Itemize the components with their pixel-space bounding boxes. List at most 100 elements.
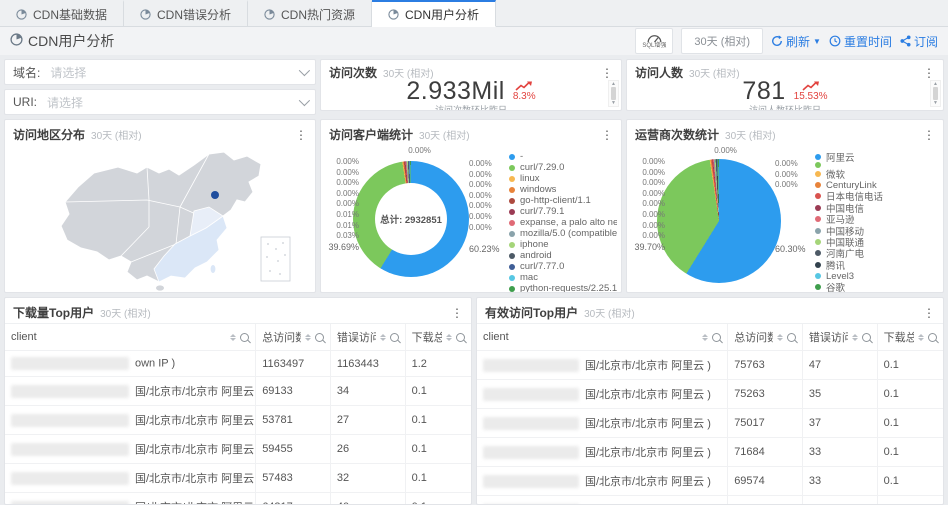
legend-item[interactable]: curl/7.29.0 xyxy=(509,162,617,173)
legend-item[interactable]: go-http-client/1.1 xyxy=(509,195,617,206)
visit-count-delta: 8.3% xyxy=(513,81,536,102)
search-icon[interactable] xyxy=(315,333,324,342)
sort-icon[interactable] xyxy=(852,334,858,341)
legend-item[interactable]: python-requests/2.25.1 xyxy=(509,283,617,293)
scrollbar[interactable]: ▲▼ xyxy=(930,80,941,107)
legend-item[interactable]: expanse, a palo alto netw xyxy=(509,217,617,228)
panel-title: 有效访问Top用户 xyxy=(485,304,578,321)
redacted-ip xyxy=(483,446,579,459)
legend-item[interactable]: windows xyxy=(509,184,617,195)
reset-time-button[interactable]: 重置时间 xyxy=(829,33,892,50)
total-visits-cell: 71684 xyxy=(728,438,803,467)
search-icon[interactable] xyxy=(787,333,796,342)
kebab-menu-icon[interactable]: ⋮ xyxy=(601,67,613,79)
chevron-down-icon[interactable]: ▼ xyxy=(813,37,821,46)
client-cell: 国/北京市/北京市 阿里云 ) xyxy=(5,435,256,464)
search-icon[interactable] xyxy=(712,333,721,342)
download-gb-cell: 0.1 xyxy=(405,435,471,464)
subscribe-button[interactable]: 订阅 xyxy=(900,33,938,50)
chevron-down-icon xyxy=(299,95,310,106)
scrollbar-thumb[interactable] xyxy=(611,87,616,100)
client-cell: 国/北京市/北京市 阿里云 ) xyxy=(477,496,728,505)
dashboard-tab[interactable]: CDN用户分析 xyxy=(372,0,496,27)
kebab-menu-icon[interactable]: ⋮ xyxy=(923,307,935,319)
search-icon[interactable] xyxy=(456,333,465,342)
column-header-error-visits: 错误访问数 xyxy=(337,329,376,345)
card-caption: 访问人数环比昨日 xyxy=(627,103,943,111)
sort-icon[interactable] xyxy=(380,334,386,341)
sql-enhance-button[interactable]: SQL增强 xyxy=(635,28,673,54)
legend-label: android xyxy=(520,250,552,261)
total-visits-cell: 57483 xyxy=(256,464,331,493)
sort-icon[interactable] xyxy=(918,334,924,341)
pie-chart-icon xyxy=(140,9,151,20)
legend-item[interactable]: iphone xyxy=(509,239,617,250)
column-header-error-visits: 错误访问数 xyxy=(809,329,848,345)
client-cell: 国/北京市/北京市 阿里云 ) xyxy=(5,493,256,505)
search-icon[interactable] xyxy=(928,333,937,342)
legend-dot xyxy=(509,253,515,259)
legend-item[interactable]: 谷歌 xyxy=(815,282,939,293)
legend-item[interactable]: curl/7.79.1 xyxy=(509,206,617,217)
valid-visit-top-users-panel: 有效访问Top用户 30天 (相对) ⋮ client 总访问数 错误访问数 下… xyxy=(476,297,944,505)
column-header-total-visits: 总访问数 xyxy=(734,329,773,345)
search-icon[interactable] xyxy=(390,333,399,342)
dashboard-tab[interactable]: CDN热门资源 xyxy=(248,0,372,26)
visitor-count-delta: 15.53% xyxy=(794,81,828,102)
gauge-icon xyxy=(647,34,662,43)
kebab-menu-icon[interactable]: ⋮ xyxy=(295,129,307,141)
error-visits-cell: 33 xyxy=(802,467,877,496)
kebab-menu-icon[interactable]: ⋮ xyxy=(923,67,935,79)
legend-item[interactable]: 微软 xyxy=(815,168,939,179)
time-range-button[interactable]: 30天 (相对) xyxy=(681,28,763,54)
legend-dot xyxy=(509,198,515,204)
panel-time-range: 30天 (相对) xyxy=(100,305,151,320)
refresh-button[interactable]: 刷新 ▼ xyxy=(771,33,821,50)
legend-item[interactable]: mac xyxy=(509,272,617,283)
legend-item[interactable]: - xyxy=(509,151,617,162)
domain-select[interactable]: 域名: 请选择 xyxy=(4,59,316,85)
search-icon[interactable] xyxy=(240,333,249,342)
dashboard-tab[interactable]: CDN错误分析 xyxy=(124,0,248,26)
table-row: 国/北京市/北京市 阿里云 ) 75263 35 0.1 xyxy=(477,380,943,409)
client-cell: own IP ) xyxy=(5,351,256,377)
scrollbar[interactable]: ▲▼ xyxy=(608,80,619,107)
search-icon[interactable] xyxy=(862,333,871,342)
sort-icon[interactable] xyxy=(305,334,311,341)
kebab-menu-icon[interactable]: ⋮ xyxy=(923,129,935,141)
table-row: 国/北京市/北京市 阿里云 ) 59455 26 0.1 xyxy=(5,435,471,464)
legend-item[interactable]: mozilla/5.0 (compatible; xyxy=(509,228,617,239)
sort-icon[interactable] xyxy=(702,334,708,341)
total-visits-cell: 75017 xyxy=(728,409,803,438)
legend-item[interactable]: curl/7.77.0 xyxy=(509,261,617,272)
error-visits-cell: 47 xyxy=(802,351,877,380)
kebab-menu-icon[interactable]: ⋮ xyxy=(601,129,613,141)
isp-legend: 阿里云 微软 CenturyLink xyxy=(815,145,943,293)
legend-dot xyxy=(815,216,821,222)
total-visits-cell: 64317 xyxy=(256,493,331,505)
legend-item[interactable]: linux xyxy=(509,173,617,184)
sort-icon[interactable] xyxy=(230,334,236,341)
client-donut-chart[interactable]: 总计: 2932851 xyxy=(353,161,469,277)
sort-icon[interactable] xyxy=(446,334,452,341)
kebab-menu-icon[interactable]: ⋮ xyxy=(451,307,463,319)
visit-count-value: 2.933Mil xyxy=(406,77,505,106)
uri-select[interactable]: URI: 请选择 xyxy=(4,89,316,115)
panel-time-range: 30天 (相对) xyxy=(419,127,470,142)
legend-label: python-requests/2.25.1 xyxy=(520,283,617,293)
sort-icon[interactable] xyxy=(777,334,783,341)
legend-item[interactable]: android xyxy=(509,250,617,261)
dashboard-tab[interactable]: CDN基础数据 xyxy=(0,0,124,26)
china-map[interactable] xyxy=(5,145,315,293)
table-row: 国/北京市/北京市 阿里云 ) 57483 32 0.1 xyxy=(5,464,471,493)
redacted-ip xyxy=(11,501,129,505)
legend-item[interactable]: 阿里云 xyxy=(815,151,939,162)
legend-item[interactable]: 腾讯 xyxy=(815,259,939,270)
client-cell: 国/北京市/北京市 阿里云 ) xyxy=(477,351,728,380)
header-toolbar: SQL增强 30天 (相对) 刷新 ▼ 重置时间 订阅 xyxy=(635,28,938,54)
clock-icon xyxy=(829,35,841,47)
table-row: 国/北京市/北京市 阿里云 ) 53781 27 0.1 xyxy=(5,406,471,435)
scrollbar-thumb[interactable] xyxy=(933,87,938,100)
legend-dot xyxy=(509,242,515,248)
isp-pie-chart[interactable] xyxy=(657,159,781,283)
